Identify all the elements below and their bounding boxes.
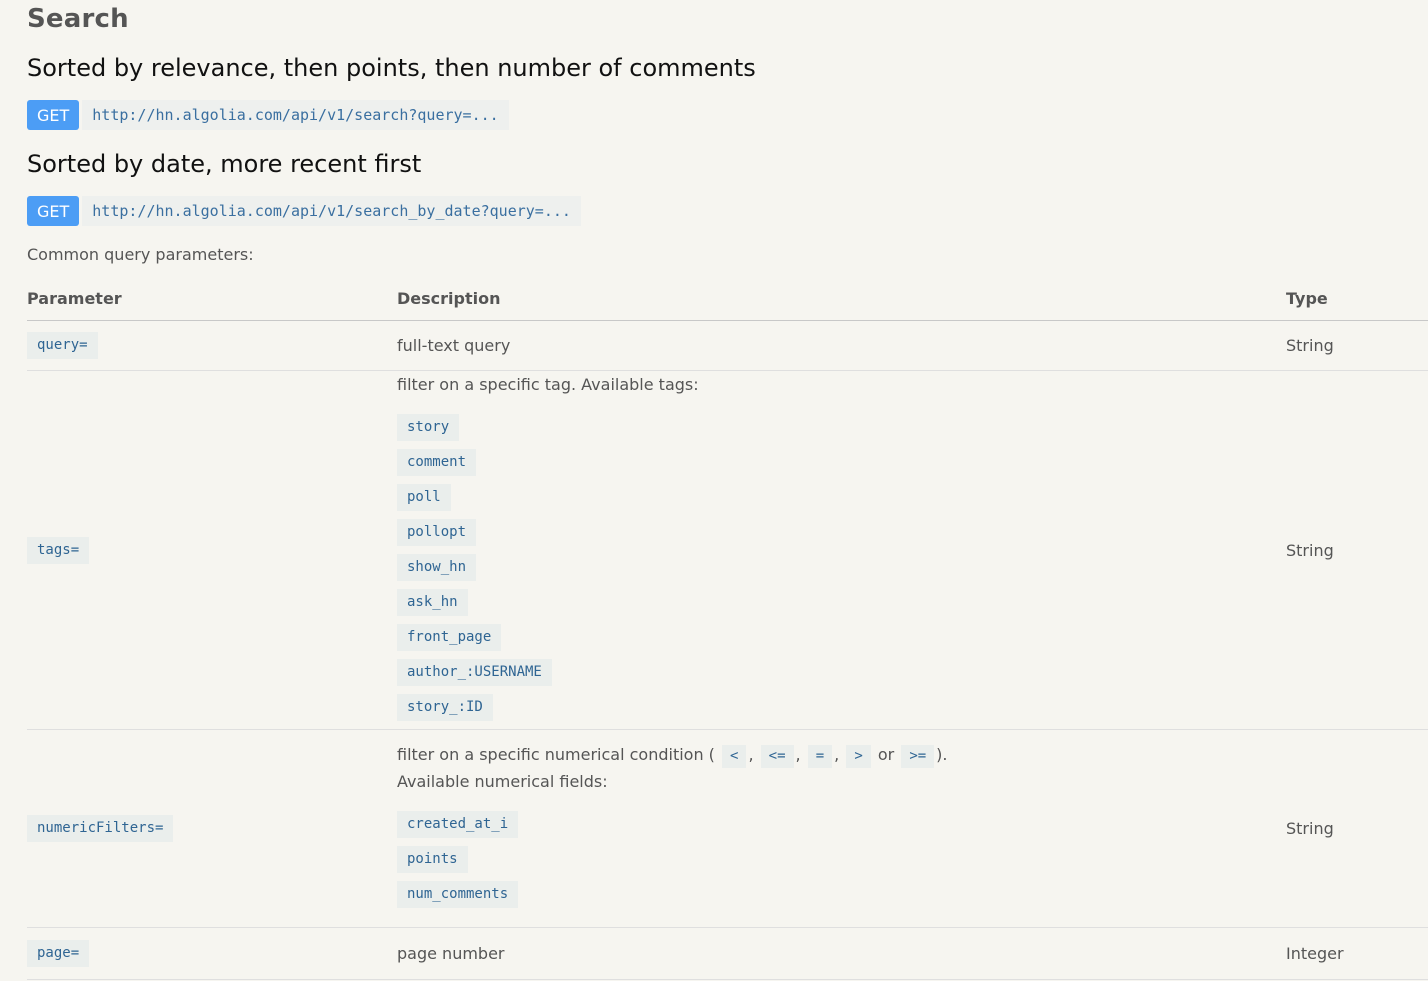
operator-code: = [807, 745, 833, 768]
table-header-row: Parameter Description Type [27, 276, 1428, 321]
tag-item: show_hn [397, 554, 477, 581]
endpoint-title-date: Sorted by date, more recent first [27, 150, 422, 178]
description-line2: Available numerical fields: [397, 772, 608, 791]
description-text: filter on a specific numerical condition… [397, 741, 1286, 768]
tag-list: story comment poll pollopt show_hn ask_h… [397, 414, 1286, 721]
param-code: query= [27, 332, 98, 359]
header-parameter: Parameter [27, 276, 397, 321]
param-cell: page= [27, 927, 397, 980]
table-row: query= full-text query String [27, 320, 1428, 371]
description-cell: filter on a specific tag. Available tags… [397, 370, 1286, 730]
tag-item: poll [397, 484, 451, 511]
description-cell: page number [397, 927, 1286, 980]
endpoint-date: GET http://hn.algolia.com/api/v1/search_… [27, 196, 581, 226]
table-row: tags= filter on a specific tag. Availabl… [27, 370, 1428, 730]
type-cell: String [1286, 320, 1428, 371]
tag-item: ask_hn [397, 589, 468, 616]
header-type: Type [1286, 276, 1428, 321]
table-row: page= page number Integer [27, 927, 1428, 980]
tag-item: comment [397, 449, 477, 476]
tag-item: story [397, 414, 460, 441]
section-title: Search [27, 4, 129, 34]
endpoint-title-relevance: Sorted by relevance, then points, then n… [27, 54, 756, 82]
common-params-label: Common query parameters: [27, 245, 254, 264]
field-item: num_comments [397, 881, 519, 908]
description-text: filter on a specific tag. Available tags… [397, 375, 699, 394]
type-cell: Integer [1286, 927, 1428, 980]
field-item: points [397, 846, 468, 873]
type-cell: String [1286, 729, 1428, 928]
param-code: page= [27, 940, 90, 967]
param-cell: tags= [27, 370, 397, 730]
operator-code: < [722, 745, 747, 768]
endpoint-relevance: GET http://hn.algolia.com/api/v1/search?… [27, 100, 509, 130]
tag-item: pollopt [397, 519, 477, 546]
tag-item: story_:ID [397, 694, 493, 721]
http-method-badge: GET [27, 196, 80, 226]
params-table: Parameter Description Type query= full-t… [27, 276, 1428, 980]
tag-item: author_:USERNAME [397, 659, 552, 686]
operator-code: > [846, 745, 871, 768]
tag-item: front_page [397, 624, 502, 651]
endpoint-url[interactable]: http://hn.algolia.com/api/v1/search?quer… [82, 100, 509, 130]
description-cell: full-text query [397, 320, 1286, 371]
operator-code: <= [760, 745, 794, 768]
http-method-badge: GET [27, 100, 80, 130]
table-row: numericFilters= filter on a specific num… [27, 729, 1428, 928]
field-list: created_at_i points num_comments [397, 811, 1286, 908]
header-description: Description [397, 276, 1286, 321]
param-code: tags= [27, 536, 90, 564]
param-cell: numericFilters= [27, 729, 397, 928]
field-item: created_at_i [397, 811, 519, 838]
param-code: numericFilters= [27, 815, 174, 842]
endpoint-url[interactable]: http://hn.algolia.com/api/v1/search_by_d… [82, 196, 581, 226]
description-cell: filter on a specific numerical condition… [397, 729, 1286, 928]
param-cell: query= [27, 320, 397, 371]
type-cell: String [1286, 370, 1428, 730]
operator-code: >= [901, 745, 935, 768]
